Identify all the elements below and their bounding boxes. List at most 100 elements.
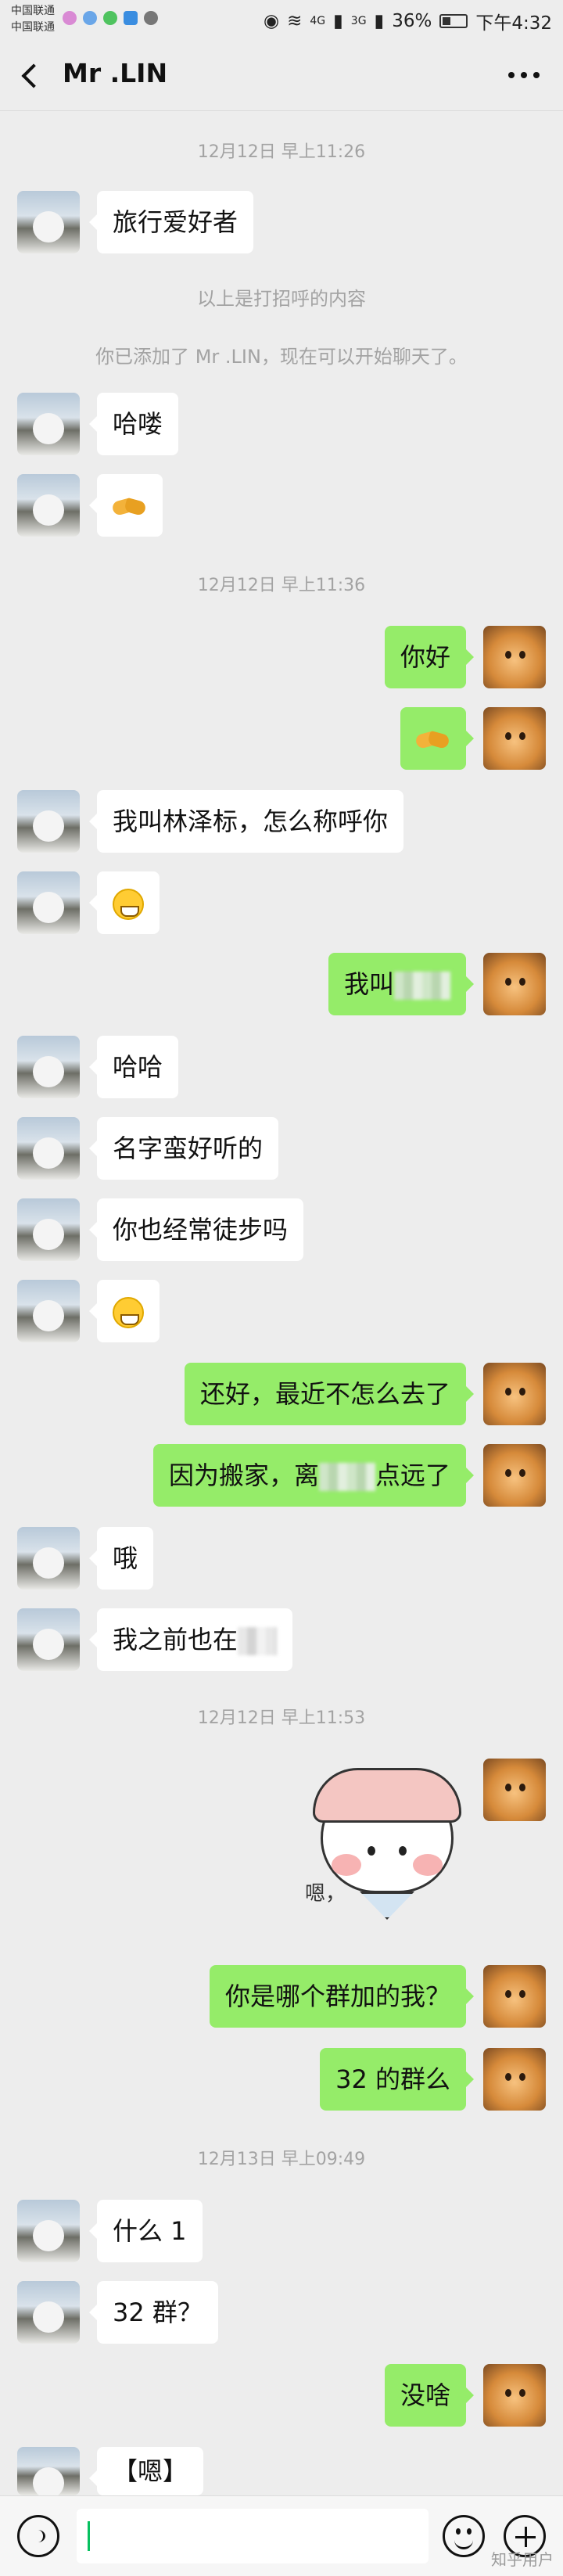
handshake-icon (416, 728, 450, 752)
message-bubble[interactable] (89, 1280, 160, 1342)
blurred-content (238, 1627, 278, 1655)
input-bar (0, 2495, 563, 2576)
message-bubble-self[interactable]: 你是哪个群加的我？ (209, 1965, 475, 2028)
avatar[interactable] (17, 1198, 80, 1261)
avatar[interactable] (17, 2200, 80, 2262)
signal-icon: ▮ (333, 11, 343, 31)
message-bubble[interactable]: 你也经常徒步吗 (88, 1198, 304, 1261)
app-notification-icon (103, 11, 117, 25)
message-bubble[interactable]: 名字蛮好听的 (88, 1117, 279, 1180)
avatar-self[interactable] (483, 707, 546, 770)
avatar[interactable] (17, 790, 80, 853)
message-bubble[interactable]: 哈哈 (88, 1036, 179, 1098)
timestamp: 12月12日 早上11:36 (197, 576, 366, 595)
sticker-hat (313, 1768, 461, 1823)
more-dots-icon[interactable] (508, 72, 540, 80)
message-bubble[interactable]: 哈喽 (88, 393, 179, 455)
avatar-self[interactable] (483, 1444, 546, 1507)
carrier-info: 中国联通 中国联通 (11, 3, 55, 36)
message-text: 点远了 (375, 1460, 450, 1490)
wifi-icon: ≋ (287, 11, 303, 31)
blurred-content (318, 1463, 375, 1491)
message-bubble[interactable]: 什么 1 (89, 2200, 203, 2262)
message-bubble[interactable]: 我之前也在 (88, 1608, 293, 1671)
avatar[interactable] (17, 871, 80, 934)
signal-1-label: 4G (310, 15, 326, 27)
avatar[interactable] (17, 2447, 80, 2495)
avatar-self[interactable] (483, 953, 546, 1015)
status-right: ◉ ≋ 4G ▮ 3G ▮ 36% 下午4:32 (264, 8, 552, 34)
avatar[interactable] (17, 191, 80, 253)
avatar-self[interactable] (483, 626, 546, 688)
status-bar: 中国联通 中国联通 ◉ ≋ 4G ▮ 3G ▮ 36% 下午4:32 (0, 0, 563, 41)
message-bubble-self[interactable]: 因为搬家，离 点远了 (152, 1444, 475, 1507)
app-notification-icon (144, 11, 158, 25)
timestamp: 12月12日 早上11:26 (197, 142, 366, 162)
voice-icon[interactable] (17, 2515, 59, 2557)
message-bubble[interactable]: 哦 (88, 1527, 154, 1590)
grinning-face-icon (113, 889, 144, 920)
watermark: 知乎用户 (491, 2550, 554, 2569)
battery-icon (439, 14, 468, 28)
timestamp: 12月12日 早上11:53 (197, 1708, 366, 1728)
text-cursor (88, 2521, 90, 2551)
message-bubble-self[interactable]: 没啥 (384, 2364, 475, 2427)
message-text: 因为搬家，离 (168, 1460, 319, 1490)
carrier-2: 中国联通 (11, 21, 55, 34)
message-bubble[interactable]: 32 群？ (89, 2281, 218, 2344)
avatar[interactable] (17, 393, 80, 455)
avatar-self[interactable] (483, 2364, 546, 2427)
app-notification-icon (63, 11, 77, 25)
avatar-self[interactable] (483, 1965, 546, 2028)
sticker-message[interactable]: 嗯， (305, 1760, 469, 1924)
sticker-scarf (360, 1892, 414, 1920)
avatar-self[interactable] (483, 1759, 546, 1821)
message-text: 我叫 (343, 969, 394, 999)
system-message: 你已添加了 Mr .LIN，现在可以开始聊天了。 (95, 346, 468, 368)
message-bubble-self[interactable]: 32 的群么 (320, 2048, 474, 2111)
avatar[interactable] (17, 1117, 80, 1180)
avatar[interactable] (17, 1608, 80, 1671)
avatar-self[interactable] (483, 1363, 546, 1425)
grinning-face-icon (113, 1297, 144, 1328)
system-message: 以上是打招呼的内容 (197, 288, 366, 310)
carrier-1: 中国联通 (11, 5, 55, 17)
message-bubble-self[interactable]: 你好 (384, 626, 475, 688)
avatar[interactable] (17, 1280, 80, 1342)
signal-2-label: 3G (350, 15, 367, 27)
avatar[interactable] (17, 2281, 80, 2344)
sticker-cheek (332, 1854, 361, 1876)
app-notification-icon (124, 11, 138, 25)
blurred-content (394, 972, 450, 1000)
avatar[interactable] (17, 1527, 80, 1590)
message-bubble[interactable]: 旅行爱好者 (88, 191, 254, 253)
app-notification-icon (83, 11, 97, 25)
avatar[interactable] (17, 474, 80, 537)
eye-icon: ◉ (263, 11, 280, 31)
signal-icon: ▮ (374, 11, 385, 31)
timestamp: 12月13日 早上09:49 (197, 2150, 366, 2169)
handshake-icon (113, 495, 147, 519)
notification-icons (63, 11, 158, 25)
chevron-left-icon[interactable] (17, 59, 48, 91)
message-bubble-self[interactable] (400, 707, 474, 770)
avatar-self[interactable] (483, 2048, 546, 2111)
message-input[interactable] (77, 2509, 429, 2563)
message-bubble[interactable]: 我叫林泽标，怎么称呼你 (88, 790, 404, 853)
avatar[interactable] (17, 1036, 80, 1098)
message-bubble-self[interactable]: 我叫 (328, 953, 475, 1015)
emoji-icon[interactable] (443, 2515, 485, 2557)
message-text: 我之前也在 (113, 1625, 238, 1654)
chat-header: Mr .LIN (0, 41, 563, 111)
sticker-cheek (413, 1854, 443, 1876)
message-bubble[interactable] (89, 871, 160, 934)
message-bubble[interactable]: 【嗯】 (88, 2447, 204, 2495)
message-bubble-self[interactable]: 还好，最近不怎么去了 (184, 1363, 475, 1425)
sticker-eye (368, 1846, 375, 1856)
battery-percent: 36% (392, 11, 432, 31)
chat-title: Mr .LIN (63, 58, 168, 88)
clock: 下午4:32 (475, 13, 552, 34)
message-bubble[interactable] (89, 474, 163, 537)
sticker-eye (399, 1846, 407, 1856)
sticker-caption: 嗯， (305, 1882, 346, 1906)
